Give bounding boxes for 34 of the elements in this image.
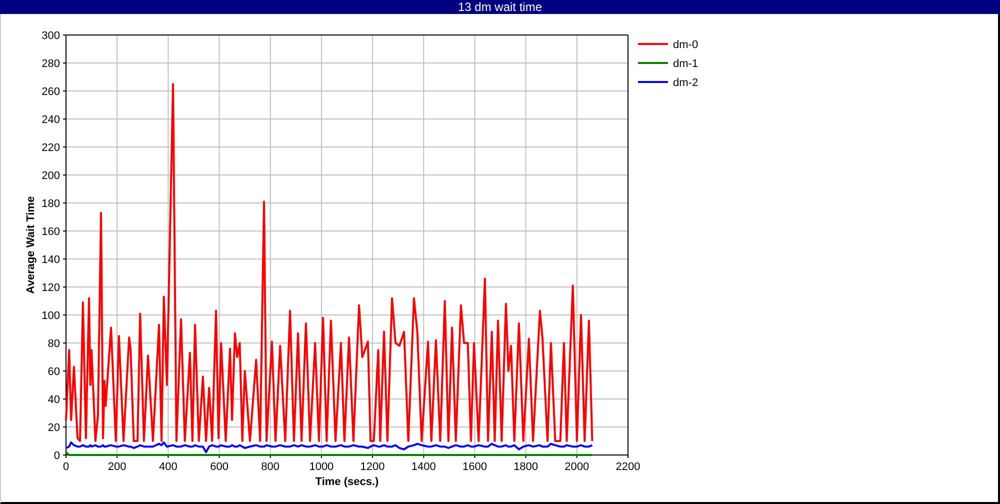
tick-label: 600 bbox=[210, 461, 228, 473]
y-axis-title: Average Wait Time bbox=[25, 196, 37, 294]
tick-label: 80 bbox=[48, 338, 60, 350]
tick-label: 0 bbox=[54, 450, 60, 462]
tick-label: 120 bbox=[42, 282, 60, 294]
tick-label: 200 bbox=[108, 461, 126, 473]
tick-label: 140 bbox=[42, 254, 60, 266]
tick-label: 280 bbox=[42, 58, 60, 70]
tick-label: 2200 bbox=[616, 461, 640, 473]
tick-label: 200 bbox=[42, 170, 60, 182]
tick-label: 60 bbox=[48, 366, 60, 378]
tick-label: 1600 bbox=[462, 461, 487, 473]
tick-label: 400 bbox=[159, 461, 178, 473]
tick-label: 180 bbox=[42, 198, 60, 210]
legend-label: dm-0 bbox=[673, 39, 698, 51]
tick-label: 100 bbox=[42, 310, 60, 322]
tick-label: 2000 bbox=[564, 461, 590, 473]
tick-label: 1400 bbox=[411, 461, 436, 473]
tick-label: 1200 bbox=[360, 461, 385, 473]
tick-label: 40 bbox=[48, 394, 60, 406]
tick-label: 20 bbox=[48, 422, 60, 434]
tick-label: 160 bbox=[42, 226, 60, 238]
window-title: 13 dm wait time bbox=[0, 0, 1000, 14]
legend-label: dm-2 bbox=[673, 77, 698, 89]
tick-label: 240 bbox=[42, 114, 60, 126]
x-axis-title: Time (secs.) bbox=[315, 476, 379, 488]
tick-label: 300 bbox=[42, 30, 60, 42]
tick-label: 0 bbox=[62, 461, 70, 473]
tick-label: 220 bbox=[42, 142, 60, 154]
legend-label: dm-1 bbox=[673, 58, 698, 70]
tick-label: 1800 bbox=[514, 461, 538, 473]
tick-label: 260 bbox=[42, 86, 60, 98]
tick-label: 1000 bbox=[309, 461, 334, 473]
tick-label: 800 bbox=[261, 461, 280, 473]
